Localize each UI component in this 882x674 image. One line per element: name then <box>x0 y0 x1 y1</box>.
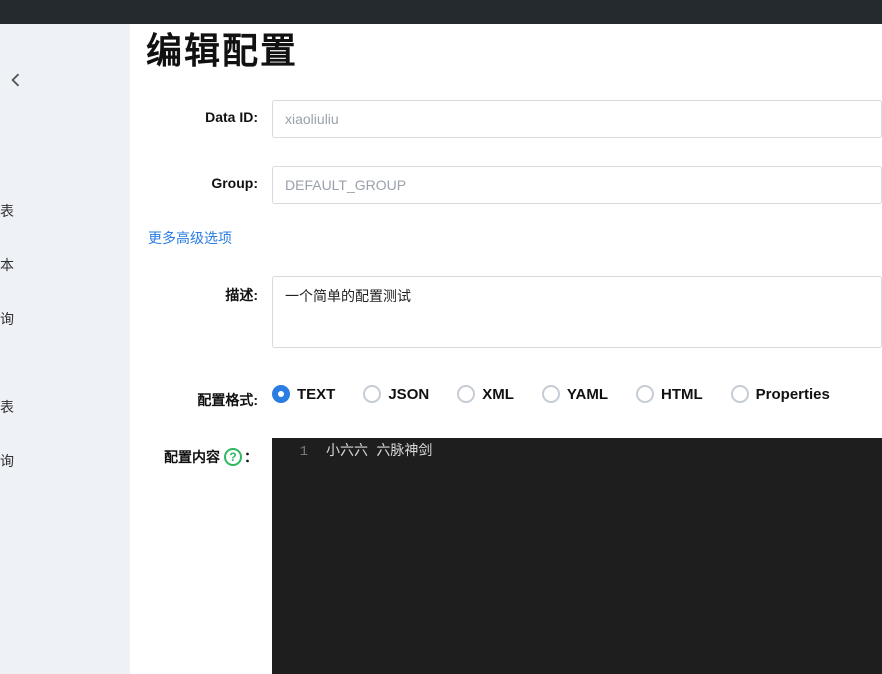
advanced-options-link[interactable]: 更多高级选项 <box>148 228 232 248</box>
sidebar-item[interactable]: 询 <box>0 434 130 488</box>
sidebar: 表 本 询 表 询 <box>0 24 130 674</box>
main-content: 编辑配置 Data ID: Group: 更多高级选项 描述: <box>130 24 882 674</box>
radio-label: Properties <box>756 386 830 403</box>
format-radio-text[interactable]: TEXT <box>272 385 335 403</box>
format-radio-properties[interactable]: Properties <box>731 385 830 403</box>
description-label: 描述: <box>146 276 264 305</box>
data-id-label: Data ID: <box>146 100 264 125</box>
radio-dot-icon <box>542 385 560 403</box>
editor-line-number: 1 <box>272 438 316 462</box>
content-label-text: 配置内容 <box>164 447 220 467</box>
radio-dot-icon <box>731 385 749 403</box>
format-radio-json[interactable]: JSON <box>363 385 429 403</box>
sidebar-item[interactable]: 询 <box>0 292 130 346</box>
radio-dot-icon <box>272 385 290 403</box>
radio-dot-icon <box>363 385 381 403</box>
config-form: Data ID: Group: 更多高级选项 描述: 一个简单的配置测试 <box>146 100 882 674</box>
sidebar-item[interactable]: 表 <box>0 184 130 238</box>
sidebar-items: 表 本 询 表 询 <box>0 150 130 488</box>
format-radio-yaml[interactable]: YAML <box>542 385 608 403</box>
radio-label: TEXT <box>297 386 335 403</box>
radio-dot-icon <box>457 385 475 403</box>
radio-label: XML <box>482 386 514 403</box>
chevron-left-icon <box>6 70 26 90</box>
format-radio-xml[interactable]: XML <box>457 385 514 403</box>
colon: ： <box>244 447 258 467</box>
top-bar <box>0 0 882 24</box>
group-input[interactable] <box>272 166 882 204</box>
content-label: 配置内容 ? ： <box>146 438 264 467</box>
content-editor[interactable]: 1 小六六 六脉神剑 <box>272 438 882 674</box>
radio-label: YAML <box>567 386 608 403</box>
group-label: Group: <box>146 166 264 191</box>
page-title: 编辑配置 <box>146 22 882 74</box>
help-icon[interactable]: ? <box>224 448 242 466</box>
description-textarea[interactable]: 一个简单的配置测试 <box>272 276 882 348</box>
editor-text: 小六六 六脉神剑 <box>326 442 432 462</box>
format-radio-html[interactable]: HTML <box>636 385 703 403</box>
sidebar-collapse-button[interactable] <box>6 70 26 95</box>
format-radio-group: TEXT JSON XML YAML <box>272 381 882 403</box>
sidebar-item[interactable]: 本 <box>0 238 130 292</box>
sidebar-item[interactable] <box>0 150 130 184</box>
sidebar-item[interactable] <box>0 346 130 380</box>
radio-label: HTML <box>661 386 703 403</box>
format-label: 配置格式: <box>146 381 264 410</box>
sidebar-item[interactable]: 表 <box>0 380 130 434</box>
radio-dot-icon <box>636 385 654 403</box>
radio-label: JSON <box>388 386 429 403</box>
data-id-input[interactable] <box>272 100 882 138</box>
